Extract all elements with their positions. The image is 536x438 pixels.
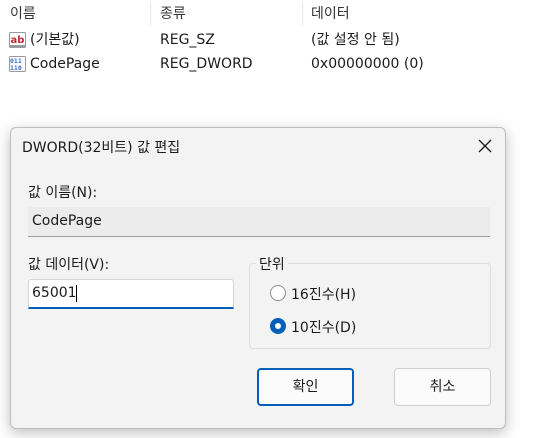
dialog-title-bar[interactable]: DWORD(32비트) 값 편집	[11, 128, 505, 164]
radio-button-selected[interactable]	[270, 318, 286, 334]
column-divider[interactable]	[150, 2, 151, 26]
value-type: REG_DWORD	[160, 56, 253, 72]
value-data: 0x00000000 (0)	[311, 56, 424, 72]
dialog-title: DWORD(32비트) 값 편집	[22, 140, 181, 156]
value-data-label: 값 데이터(V):	[28, 257, 110, 273]
value-data: (값 설정 안 됨)	[311, 32, 400, 48]
value-name: CodePage	[30, 56, 100, 72]
radio-decimal-label[interactable]: 10진수(D)	[291, 317, 356, 337]
radio-hexadecimal-label[interactable]: 16진수(H)	[291, 284, 356, 304]
close-icon[interactable]	[473, 134, 497, 158]
string-value-icon: ab	[9, 32, 26, 48]
list-item[interactable]: ab (기본값) REG_SZ (값 설정 안 됨)	[0, 28, 536, 52]
value-name-field: CodePage	[28, 207, 490, 237]
svg-text:ab: ab	[11, 35, 25, 46]
column-header-data[interactable]: 데이터	[311, 0, 350, 28]
value-name-text: CodePage	[32, 213, 102, 229]
cancel-button[interactable]: 취소	[394, 368, 491, 406]
value-data-input[interactable]: 65001	[28, 279, 234, 309]
value-data-text: 65001	[32, 285, 77, 301]
value-type: REG_SZ	[160, 32, 215, 48]
edit-dword-dialog: DWORD(32비트) 값 편집 값 이름(N): CodePage 값 데이터…	[10, 127, 506, 429]
column-header-name[interactable]: 이름	[10, 0, 36, 28]
svg-text:110: 110	[10, 64, 22, 72]
text-caret	[76, 285, 77, 302]
base-groupbox	[249, 263, 491, 349]
list-item[interactable]: 011 110 CodePage REG_DWORD 0x00000000 (0…	[0, 52, 536, 76]
binary-value-icon: 011 110	[9, 56, 26, 72]
radio-button-unselected[interactable]	[270, 285, 286, 301]
value-name: (기본값)	[30, 32, 80, 48]
base-group-label: 단위	[256, 254, 288, 274]
ok-button[interactable]: 확인	[257, 368, 354, 406]
value-name-label: 값 이름(N):	[28, 185, 98, 201]
column-header-type[interactable]: 종류	[160, 0, 186, 28]
column-divider[interactable]	[302, 2, 303, 26]
